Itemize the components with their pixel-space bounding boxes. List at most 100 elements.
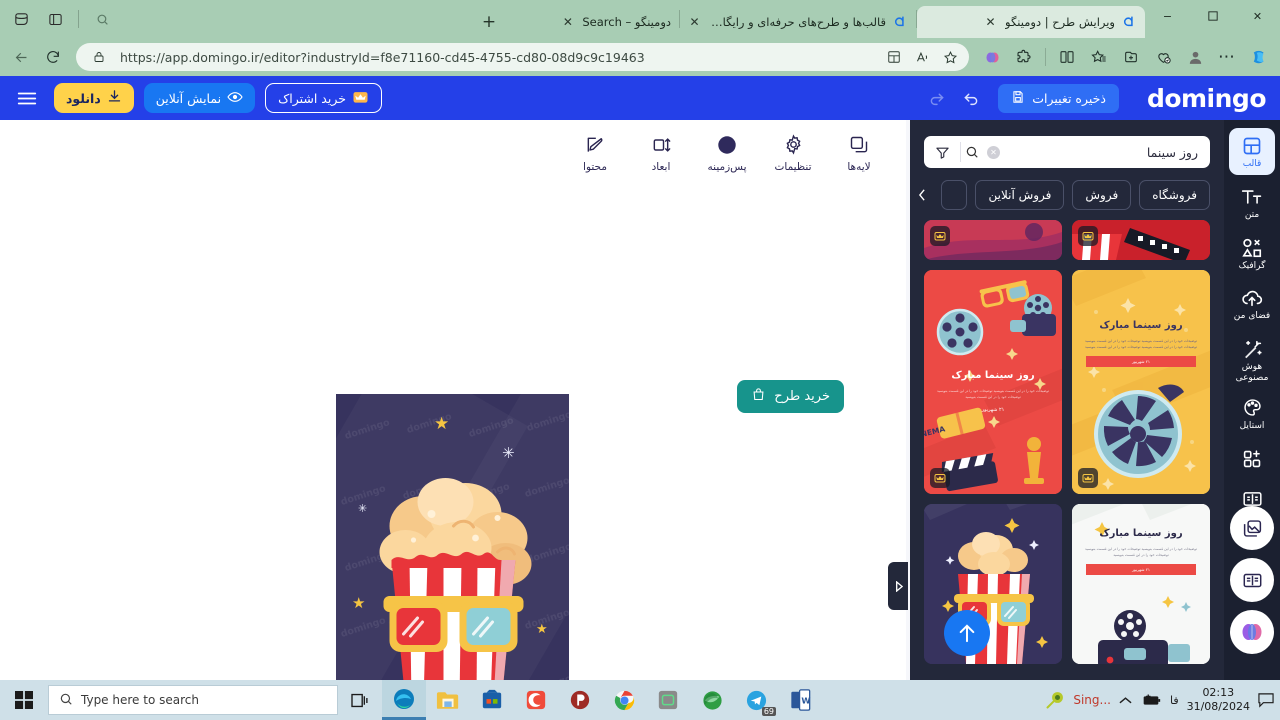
add-collection-icon[interactable]: [1116, 43, 1146, 71]
read-aloud-icon[interactable]: [909, 45, 935, 69]
browser-essentials-icon[interactable]: [1148, 43, 1178, 71]
domingo-icon: [892, 14, 908, 30]
canvas-area[interactable]: خرید طرح domingo domingo domingo domingo d…: [0, 184, 908, 680]
taskbar-search-input[interactable]: Type here to search: [48, 685, 338, 715]
back-icon[interactable]: [6, 43, 36, 71]
favorite-icon[interactable]: [937, 45, 963, 69]
hamburger-icon[interactable]: [14, 85, 40, 111]
scroll-to-top-button[interactable]: [944, 610, 990, 656]
close-icon[interactable]: ✕: [559, 14, 576, 31]
extensions-icon[interactable]: [1009, 43, 1039, 71]
template-grid[interactable]: روز سینما مبارک توضیحات خود را در این قس…: [924, 220, 1210, 672]
search-icon[interactable]: [961, 145, 983, 159]
taskbar-app-file-explorer[interactable]: [426, 680, 470, 720]
taskbar-app-idm[interactable]: [690, 680, 734, 720]
battery-icon[interactable]: [1140, 693, 1162, 707]
template-card[interactable]: [1072, 220, 1210, 260]
tool-dimensions[interactable]: ابعاد: [630, 132, 692, 173]
template-card[interactable]: [924, 220, 1062, 260]
close-icon[interactable]: ✕: [686, 14, 703, 31]
tool-settings[interactable]: تنظیمات: [762, 132, 824, 173]
open-book-icon[interactable]: [1230, 558, 1274, 602]
workspaces-icon[interactable]: [6, 4, 36, 34]
download-label: دانلود: [66, 90, 101, 106]
tool-content[interactable]: محتوا: [564, 132, 626, 173]
template-card-yellow[interactable]: روز سینما مبارک توضیحات خود را در این قس…: [1072, 270, 1210, 494]
undo-icon[interactable]: [960, 87, 982, 109]
rail-item-template[interactable]: قالب: [1229, 128, 1275, 175]
chip-online-sale[interactable]: فروش آنلاین: [975, 180, 1065, 210]
design-artboard[interactable]: domingo domingo domingo domingo domingo dom…: [336, 394, 569, 680]
maximize-icon[interactable]: [1190, 0, 1235, 32]
browser-tab-2[interactable]: قالب‌ها و طرح‌های حرفه‌ای و رایگان | ✕: [680, 6, 916, 38]
app-header: domingo ذخیره تغییرات خرید اشتراک نمایش …: [0, 76, 1280, 120]
tray-app-icon[interactable]: [1045, 690, 1065, 710]
online-preview-button[interactable]: نمایش آنلاین: [143, 83, 256, 113]
address-bar[interactable]: https://app.domingo.ir/editor?industryId…: [76, 43, 969, 71]
new-tab-button[interactable]: +: [475, 8, 503, 36]
show-hidden-icons-icon[interactable]: [1119, 696, 1132, 705]
chip-partial[interactable]: [941, 180, 968, 210]
rail-item-graphics[interactable]: گرافیک: [1229, 230, 1275, 277]
close-icon[interactable]: ✕: [1235, 0, 1280, 32]
rail-item-ai[interactable]: هوش مصنوعی: [1229, 331, 1275, 386]
save-changes-button[interactable]: ذخیره تغییرات: [998, 83, 1119, 113]
taskbar-app-potplayer[interactable]: [558, 680, 602, 720]
split-view-icon[interactable]: [1052, 43, 1082, 71]
rail-item-text[interactable]: متن: [1229, 179, 1275, 226]
taskbar-clock[interactable]: 02:13 31/08/2024: [1187, 686, 1250, 714]
reload-icon[interactable]: [38, 43, 68, 71]
close-icon[interactable]: ✕: [982, 14, 999, 31]
copilot-icon[interactable]: [977, 43, 1007, 71]
search-input[interactable]: روز سینما: [1000, 145, 1210, 160]
buy-subscription-button[interactable]: خرید اشتراک: [265, 83, 382, 113]
rail-item-my-space[interactable]: فضای من: [1229, 280, 1275, 327]
chevron-left-icon[interactable]: [918, 180, 933, 210]
rail-item-add-element[interactable]: [1229, 441, 1275, 477]
download-button[interactable]: دانلود: [54, 83, 134, 113]
windows-icon[interactable]: [0, 680, 48, 720]
tab-actions-icon[interactable]: [40, 4, 70, 34]
tab-search-icon[interactable]: [87, 4, 117, 34]
filter-icon[interactable]: [924, 145, 960, 160]
action-center-icon[interactable]: [1258, 692, 1274, 708]
app-logo[interactable]: domingo: [1147, 84, 1267, 113]
brain-ai-icon[interactable]: [1230, 610, 1274, 654]
taskbar-app-telegram[interactable]: 69: [734, 680, 778, 720]
browser-tab-1[interactable]: دومینگو – Search ✕: [507, 6, 679, 38]
taskbar-app-sublime[interactable]: [646, 680, 690, 720]
eye-icon: [227, 90, 243, 107]
chip-store[interactable]: فروشگاه: [1139, 180, 1210, 210]
language-fa-icon[interactable]: فا: [1170, 694, 1179, 707]
tool-background[interactable]: پس‌زمینه: [696, 132, 758, 173]
split-screen-icon[interactable]: [881, 45, 907, 69]
chip-sale[interactable]: فروش: [1072, 180, 1132, 210]
clear-search-icon[interactable]: ✕: [987, 145, 1000, 159]
task-view-icon[interactable]: [338, 680, 382, 720]
panel-collapse-toggle[interactable]: [888, 562, 908, 610]
floppy-icon: [1011, 90, 1025, 107]
preview-label: نمایش آنلاین: [155, 90, 222, 106]
template-search-bar[interactable]: روز سینما ✕: [924, 136, 1210, 168]
collections-icon[interactable]: [1084, 43, 1114, 71]
template-card-white[interactable]: روز سینما مبارک توضیحات خود را در این قس…: [1072, 504, 1210, 664]
popcorn-illustration: [379, 478, 531, 680]
profile-icon[interactable]: [1180, 43, 1210, 71]
taskbar-app-chrome[interactable]: [602, 680, 646, 720]
taskbar-app-camtasia[interactable]: [514, 680, 558, 720]
copilot-sidebar-icon[interactable]: [1244, 43, 1274, 71]
tray-app-label[interactable]: Sing...: [1073, 693, 1111, 707]
rail-item-style[interactable]: استایل: [1229, 390, 1275, 437]
rail-label: گرافیک: [1238, 260, 1266, 271]
taskbar-app-microsoft-store[interactable]: [470, 680, 514, 720]
browser-tab-active[interactable]: ویرایش طرح | دومینگو ✕: [917, 6, 1145, 38]
tool-layers[interactable]: لایه‌ها: [828, 132, 890, 173]
settings-more-icon[interactable]: ⋯: [1212, 43, 1242, 71]
taskbar-app-word[interactable]: W: [778, 680, 822, 720]
redo-icon[interactable]: [926, 87, 948, 109]
image-stack-icon[interactable]: [1230, 506, 1274, 550]
template-card-red[interactable]: CINEMA روز سینما مبارک توضیحات خود را در…: [924, 270, 1062, 494]
buy-design-button[interactable]: خرید طرح: [737, 380, 844, 413]
minimize-icon[interactable]: −: [1145, 0, 1190, 32]
taskbar-app-edge[interactable]: [382, 680, 426, 720]
